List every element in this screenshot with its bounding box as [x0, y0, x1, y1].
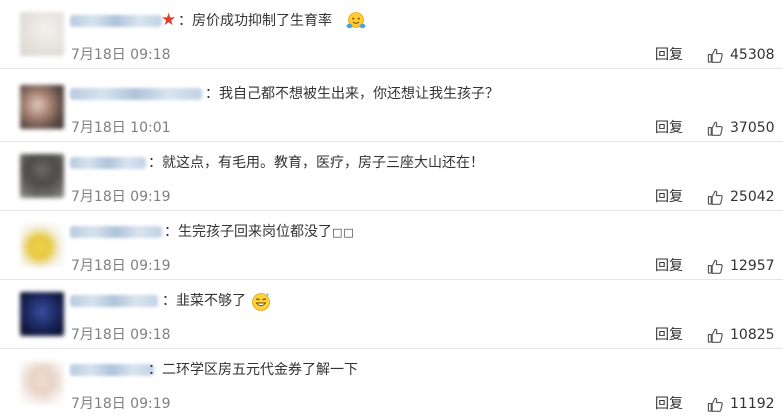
- avatar[interactable]: [20, 85, 64, 129]
- comment-time: 7月18日 09:18: [71, 327, 171, 343]
- comment-list: ★ ：房价成功抑制了生育率 7月18日 09:18 回复 45308 ：我自己都…: [0, 0, 783, 420]
- username[interactable]: [70, 88, 202, 100]
- comment-time: 7月18日 09:19: [71, 189, 171, 205]
- comment-colon: ：: [178, 13, 192, 29]
- comment-text: ：二环学区房五元代金券了解一下: [148, 359, 358, 381]
- username[interactable]: [70, 364, 154, 376]
- reply-button[interactable]: 回复: [655, 324, 683, 346]
- comment-text: ：生完孩子回来岗位都没了□□: [164, 221, 355, 244]
- comment-time: 7月18日 09:18: [71, 47, 171, 63]
- comment-body: 韭菜不够了: [176, 293, 246, 309]
- username[interactable]: [70, 295, 158, 307]
- comment-text: ：房价成功抑制了生育率: [178, 10, 332, 32]
- comment-body: 二环学区房五元代金券了解一下: [162, 362, 358, 378]
- like-count: 11192: [730, 396, 775, 412]
- thumbs-up-icon[interactable]: [707, 258, 724, 275]
- comment-text: ：我自己都不想被生出来，你还想让我生孩子？: [205, 83, 499, 105]
- comment-item: ：韭菜不够了 7月18日 09:18 回复 10825: [0, 280, 783, 349]
- username[interactable]: [70, 157, 146, 169]
- comment-text: ：韭菜不够了: [162, 290, 246, 312]
- comment-body: 生完孩子回来岗位都没了: [178, 224, 332, 240]
- comment-body: 房价成功抑制了生育率: [192, 13, 332, 29]
- comment-colon: ：: [164, 224, 178, 240]
- comment-item: ：生完孩子回来岗位都没了□□ 7月18日 09:19 回复 12957: [0, 211, 783, 280]
- thumbs-up-icon[interactable]: [707, 327, 724, 344]
- hug-emoji-icon: [346, 12, 366, 29]
- comment-colon: ：: [205, 86, 219, 102]
- avatar[interactable]: [20, 292, 64, 336]
- avatar[interactable]: [20, 154, 64, 198]
- comment-colon: ：: [148, 155, 162, 171]
- avatar[interactable]: [20, 223, 64, 267]
- like-count: 10825: [730, 327, 775, 343]
- thumbs-up-icon[interactable]: [707, 189, 724, 206]
- thumbs-up-icon[interactable]: [707, 120, 724, 137]
- reply-button[interactable]: 回复: [655, 186, 683, 208]
- comment-item: ：就这点，有毛用。教育，医疗，房子三座大山还在！ 7月18日 09:19 回复 …: [0, 142, 783, 211]
- reply-button[interactable]: 回复: [655, 44, 683, 66]
- star-icon: ★: [161, 10, 177, 30]
- avatar[interactable]: [20, 361, 64, 405]
- comment-colon: ：: [162, 293, 176, 309]
- like-count: 37050: [730, 120, 775, 136]
- comment-item: ：我自己都不想被生出来，你还想让我生孩子？ 7月18日 10:01 回复 370…: [0, 73, 783, 142]
- comment-body: 我自己都不想被生出来，你还想让我生孩子？: [219, 86, 499, 102]
- comment-item: ★ ：房价成功抑制了生育率 7月18日 09:18 回复 45308: [0, 0, 783, 69]
- like-count: 45308: [730, 47, 775, 63]
- like-count: 25042: [730, 189, 775, 205]
- reply-button[interactable]: 回复: [655, 255, 683, 277]
- comment-text: ：就这点，有毛用。教育，医疗，房子三座大山还在！: [148, 152, 484, 174]
- comment-body: 就这点，有毛用。教育，医疗，房子三座大山还在！: [162, 155, 484, 171]
- sweat-grin-emoji-icon: [252, 292, 270, 311]
- username[interactable]: [70, 15, 162, 27]
- missing-glyph: □□: [332, 226, 355, 239]
- comment-time: 7月18日 09:19: [71, 258, 171, 274]
- like-count: 12957: [730, 258, 775, 274]
- comment-item: ：二环学区房五元代金券了解一下 7月18日 09:19 回复 11192: [0, 349, 783, 418]
- reply-button[interactable]: 回复: [655, 117, 683, 139]
- avatar[interactable]: [20, 12, 64, 56]
- comment-time: 7月18日 10:01: [71, 120, 171, 136]
- reply-button[interactable]: 回复: [655, 393, 683, 415]
- thumbs-up-icon[interactable]: [707, 47, 724, 64]
- comment-time: 7月18日 09:19: [71, 396, 171, 412]
- thumbs-up-icon[interactable]: [707, 396, 724, 413]
- comment-colon: ：: [148, 362, 162, 378]
- username[interactable]: [70, 226, 162, 238]
